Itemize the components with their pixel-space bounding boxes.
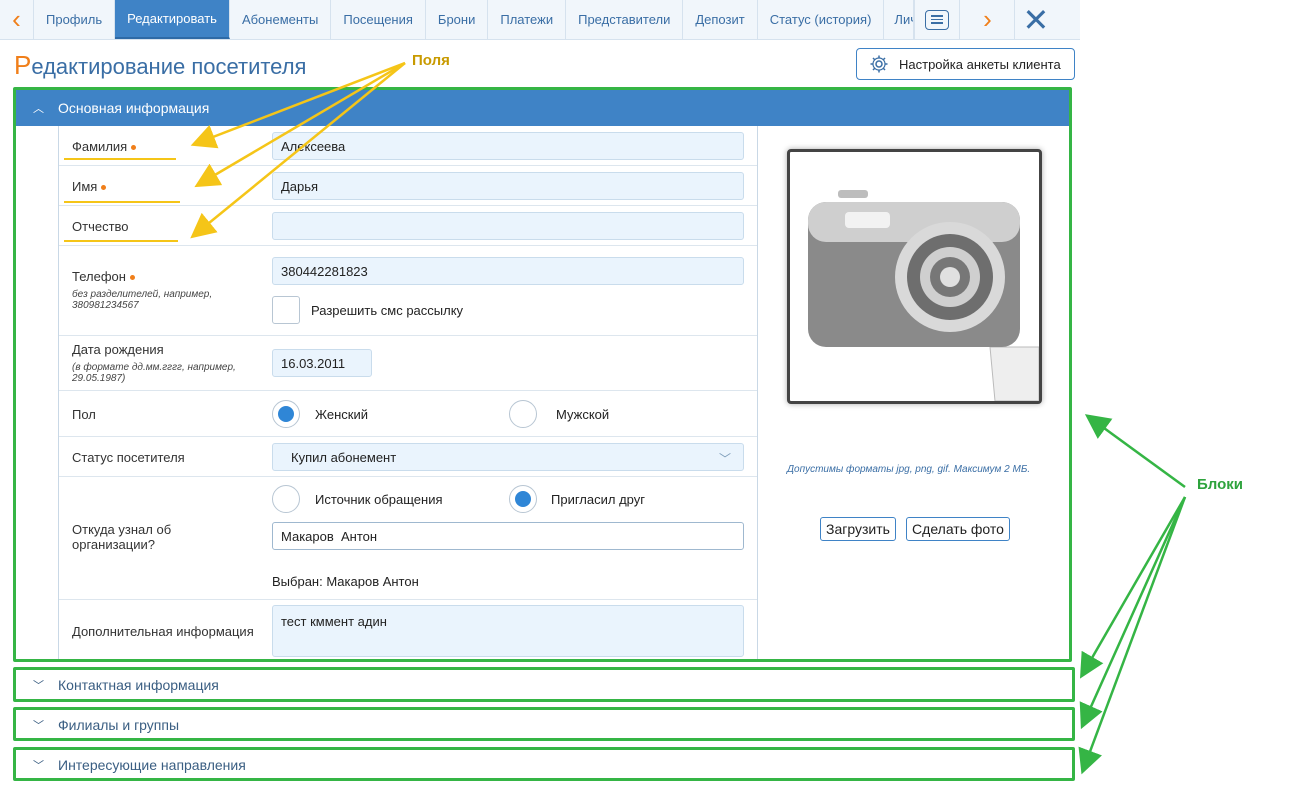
annotation-fields-label: Поля	[412, 52, 450, 69]
annotation-blocks-label: Блоки	[1197, 476, 1244, 493]
annotation-arrows	[190, 61, 1187, 775]
